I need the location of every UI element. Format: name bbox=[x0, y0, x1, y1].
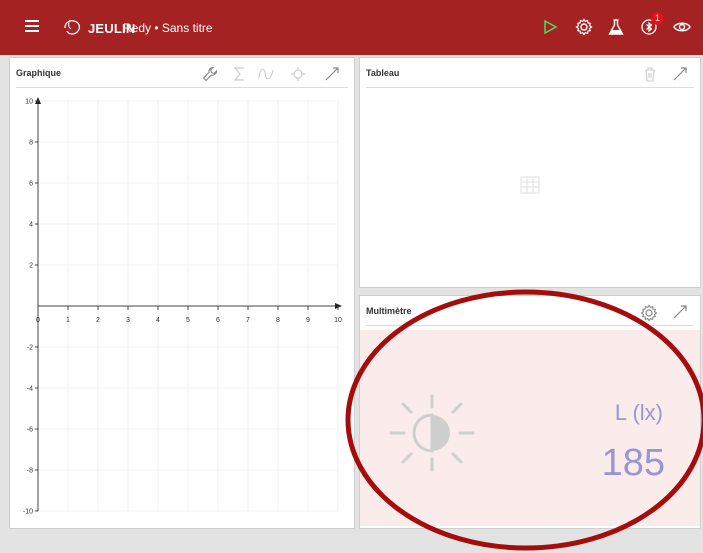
x-tick-label: 0 bbox=[36, 317, 40, 324]
document-title: Redy • Sans titre bbox=[123, 21, 213, 35]
y-tick-label: -6 bbox=[27, 427, 33, 434]
y-tick-label: 6 bbox=[29, 181, 33, 188]
top-app-bar: JEULIN Redy • Sans titre 1 bbox=[0, 0, 703, 55]
trash-icon[interactable] bbox=[642, 66, 658, 82]
expand-icon[interactable] bbox=[324, 66, 340, 82]
measured-value: 185 bbox=[601, 442, 665, 484]
table-panel: Tableau bbox=[359, 57, 701, 288]
y-tick-label: -2 bbox=[27, 345, 33, 352]
x-tick-label: 6 bbox=[216, 317, 220, 324]
x-tick-label: 3 bbox=[126, 317, 130, 324]
graph-canvas[interactable]: 0 1 2 3 4 5 6 7 8 9 10 10 8 6 4 2 -2 -4 -6 -8 -10 bbox=[10, 88, 354, 528]
multimeter-panel-title: Multimètre bbox=[366, 306, 412, 316]
y-tick-label: -10 bbox=[23, 509, 33, 516]
x-tick-label: 4 bbox=[156, 317, 160, 324]
x-tick-label: 5 bbox=[186, 317, 190, 324]
divider bbox=[366, 87, 694, 88]
flask-icon[interactable] bbox=[606, 17, 626, 37]
sun-icon bbox=[389, 394, 475, 472]
divider bbox=[366, 325, 694, 326]
x-tick-label: 10 bbox=[334, 317, 342, 324]
expand-icon[interactable] bbox=[672, 66, 688, 82]
sum-icon[interactable] bbox=[232, 66, 248, 82]
notification-badge: 1 bbox=[651, 12, 664, 25]
y-tick-label: 10 bbox=[25, 99, 33, 106]
expand-icon[interactable] bbox=[672, 304, 688, 320]
eye-icon[interactable] bbox=[672, 17, 692, 37]
y-tick-label: -4 bbox=[27, 386, 33, 393]
crosshair-icon[interactable] bbox=[290, 66, 306, 82]
graph-panel: Graphique 0 1 2 3 4 5 6 7 8 9 10 10 8 6 4 2 -2 -4 -6 -8 -10 bbox=[9, 57, 355, 529]
wrench-icon[interactable] bbox=[202, 66, 218, 82]
table-panel-title: Tableau bbox=[366, 68, 400, 78]
y-tick-label: -8 bbox=[27, 468, 33, 475]
settings-icon[interactable] bbox=[574, 17, 594, 37]
curve-icon[interactable] bbox=[258, 66, 274, 82]
y-tick-label: 8 bbox=[29, 140, 33, 147]
x-tick-label: 7 bbox=[246, 317, 250, 324]
settings-icon[interactable] bbox=[640, 304, 658, 322]
graph-panel-title: Graphique bbox=[16, 68, 62, 78]
x-tick-label: 8 bbox=[276, 317, 280, 324]
x-tick-label: 9 bbox=[306, 317, 310, 324]
x-tick-label: 1 bbox=[66, 317, 70, 324]
y-tick-label: 4 bbox=[29, 222, 33, 229]
jeulin-logo-mark-icon bbox=[64, 19, 81, 35]
empty-table-icon bbox=[520, 176, 540, 194]
play-icon[interactable] bbox=[540, 17, 560, 37]
y-tick-label: 2 bbox=[29, 263, 33, 270]
x-tick-label: 2 bbox=[96, 317, 100, 324]
quantity-label: L (lx) bbox=[614, 400, 663, 425]
menu-icon[interactable] bbox=[25, 20, 39, 34]
